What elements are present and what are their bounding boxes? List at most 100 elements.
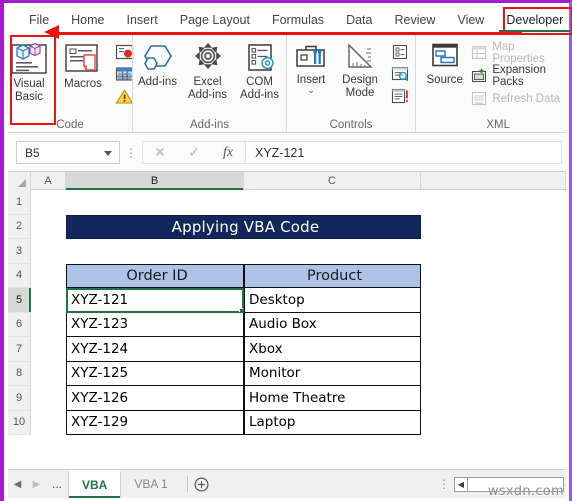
macros-button[interactable]: Macros [56, 39, 110, 91]
cell-d6[interactable] [421, 313, 566, 338]
design-mode-icon [340, 42, 380, 72]
tab-home[interactable]: Home [60, 9, 115, 31]
cell-b1[interactable] [66, 190, 244, 215]
cell-c1[interactable] [244, 190, 421, 215]
cell-b10[interactable]: XYZ-129 [66, 410, 244, 435]
row-header-4[interactable]: 4 [8, 263, 31, 288]
row-header-9[interactable]: 9 [8, 386, 31, 411]
cell-b9[interactable]: XYZ-126 [66, 386, 244, 411]
tab-developer[interactable]: Developer [495, 9, 572, 32]
excel-addins-button[interactable]: Excel Add-ins [182, 39, 234, 102]
insert-control-button[interactable]: Insert ⌄ [288, 39, 334, 95]
cell-c3[interactable] [244, 239, 421, 264]
expansion-packs-button[interactable]: Expansion Packs [467, 64, 566, 88]
row-header-1[interactable]: 1 [8, 190, 31, 215]
refresh-data-button: Refresh Data [467, 88, 566, 109]
cell-c5[interactable]: Desktop [244, 288, 421, 313]
column-header-c[interactable]: C [244, 172, 421, 189]
tab-insert[interactable]: Insert [116, 9, 169, 31]
cell-b7[interactable]: XYZ-124 [66, 337, 244, 362]
cell-a2[interactable] [31, 215, 66, 240]
table-row: 9 XYZ-126 Home Theatre [8, 386, 566, 411]
row-header-2[interactable]: 2 [8, 214, 31, 239]
cell-a9[interactable] [31, 386, 66, 411]
select-all-corner[interactable] [8, 172, 31, 190]
enter-icon[interactable]: ✓ [177, 144, 211, 161]
xml-source-button[interactable]: Source [422, 39, 467, 87]
cell-d10[interactable] [421, 411, 566, 436]
sheet-tab-vba[interactable]: VBA [68, 470, 122, 498]
column-header-a[interactable]: A [31, 172, 66, 189]
visual-basic-button[interactable]: Visual Basic [2, 39, 56, 104]
cell-d1[interactable] [421, 190, 566, 215]
cell-a8[interactable] [31, 362, 66, 387]
tab-view[interactable]: View [446, 9, 495, 31]
design-mode-button[interactable]: Design Mode [334, 39, 386, 100]
cell-d2[interactable] [421, 215, 566, 240]
properties-icon[interactable] [389, 42, 411, 62]
row-header-8[interactable]: 8 [8, 361, 31, 386]
sheet-tab-vba-1[interactable]: VBA 1 [121, 470, 180, 498]
cell-d4[interactable] [421, 264, 566, 289]
table-header-order-id[interactable]: Order ID [66, 263, 244, 288]
formula-input[interactable]: XYZ-121 [245, 141, 562, 164]
grid-row-3: 3 [8, 239, 566, 264]
row-header-3[interactable]: 3 [8, 239, 31, 264]
com-addins-button[interactable]: COM Add-ins [234, 39, 286, 102]
cell-d8[interactable] [421, 362, 566, 387]
cell-b5[interactable]: XYZ-121 [66, 288, 244, 313]
visual-basic-icon [8, 42, 50, 76]
column-header-d[interactable] [421, 172, 566, 189]
cell-a6[interactable] [31, 313, 66, 338]
first-sheet-arrow[interactable]: ◀ [8, 479, 27, 490]
cell-b6[interactable]: XYZ-123 [66, 312, 244, 337]
title-banner[interactable]: Applying VBA Code [66, 214, 421, 239]
cell-a10[interactable] [31, 411, 66, 436]
cell-b8[interactable]: XYZ-125 [66, 361, 244, 386]
view-code-icon[interactable] [389, 64, 411, 84]
tab-page-layout[interactable]: Page Layout [169, 9, 261, 31]
last-sheet-arrow[interactable]: ▶ [27, 479, 46, 490]
sheet-bar-menu-dots[interactable]: ⋮ [434, 477, 454, 491]
cell-c10[interactable]: Laptop [244, 410, 421, 435]
cell-a4[interactable] [31, 264, 66, 289]
cell-d7[interactable] [421, 337, 566, 362]
design-mode-label: Design Mode [342, 74, 378, 99]
name-box[interactable]: B5 [16, 141, 120, 164]
tab-review[interactable]: Review [383, 9, 446, 31]
cell-a1[interactable] [31, 190, 66, 215]
cell-d3[interactable] [421, 239, 566, 264]
cell-c7[interactable]: Xbox [244, 337, 421, 362]
formula-bar-menu-dots[interactable]: ⋮ [120, 146, 142, 160]
sheet-tab-divider [186, 476, 188, 492]
chevron-down-icon[interactable] [104, 151, 112, 156]
cell-c9[interactable]: Home Theatre [244, 386, 421, 411]
row-header-7[interactable]: 7 [8, 337, 31, 362]
sheet-list-ellipsis[interactable]: ... [46, 477, 68, 491]
chevron-down-icon[interactable]: ⌄ [307, 86, 315, 95]
row-header-6[interactable]: 6 [8, 312, 31, 337]
visual-basic-label: Visual Basic [13, 78, 45, 103]
cancel-icon[interactable]: ✕ [143, 144, 177, 161]
scroll-left-icon[interactable]: ◀ [455, 477, 468, 491]
addins-button[interactable]: Add-ins [134, 39, 182, 89]
tab-data[interactable]: Data [335, 9, 383, 31]
cell-d9[interactable] [421, 386, 566, 411]
cell-a3[interactable] [31, 239, 66, 264]
cell-b3[interactable] [66, 239, 244, 264]
cell-a5[interactable] [31, 288, 66, 313]
cell-a7[interactable] [31, 337, 66, 362]
table-header-product[interactable]: Product [244, 263, 421, 288]
group-label-controls: Controls [329, 119, 373, 131]
cell-c8[interactable]: Monitor [244, 361, 421, 386]
row-header-5[interactable]: 5 [8, 288, 31, 313]
group-label-xml: XML [486, 119, 510, 131]
column-header-b[interactable]: B [66, 172, 244, 190]
tab-formulas[interactable]: Formulas [261, 9, 335, 31]
add-sheet-button[interactable] [194, 476, 220, 492]
run-dialog-icon[interactable] [389, 86, 411, 106]
cell-d5[interactable] [421, 288, 566, 313]
insert-function-icon[interactable]: fx [211, 145, 245, 161]
cell-c6[interactable]: Audio Box [244, 312, 421, 337]
row-header-10[interactable]: 10 [8, 410, 31, 435]
